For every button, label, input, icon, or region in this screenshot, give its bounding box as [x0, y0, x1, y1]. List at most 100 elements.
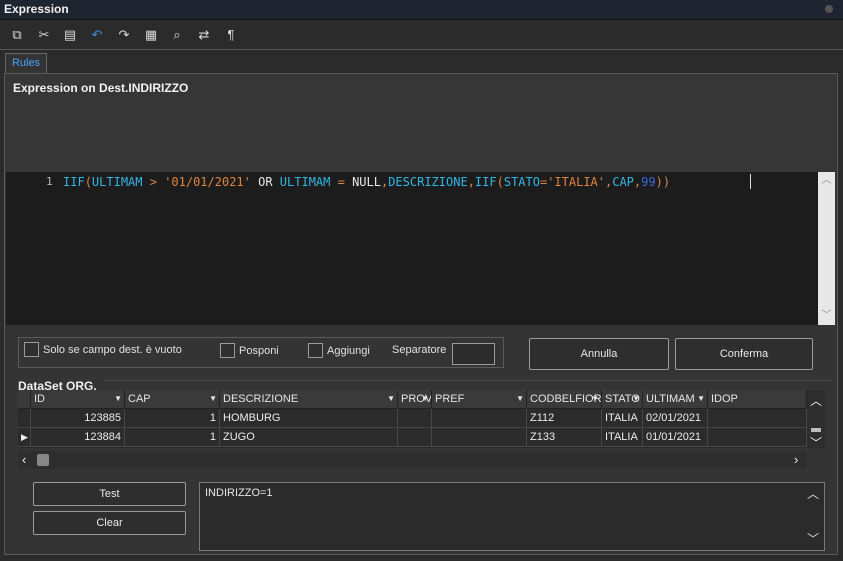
- only-if-empty-label: Solo se campo dest. è vuoto: [43, 344, 182, 356]
- append-checkbox[interactable]: [308, 343, 323, 358]
- table-cell[interactable]: ITALIA: [602, 428, 643, 447]
- replace-icon[interactable]: ⇄: [195, 26, 213, 44]
- cut-icon[interactable]: ✂: [35, 26, 53, 44]
- scroll-thumb[interactable]: [811, 428, 821, 432]
- code-token: '01/01/2021': [164, 175, 251, 189]
- table-cell[interactable]: [708, 409, 807, 428]
- table-cell[interactable]: [398, 409, 432, 428]
- code-token: 'ITALIA': [547, 175, 605, 189]
- column-dropdown-icon[interactable]: ▼: [421, 390, 429, 408]
- separator-input[interactable]: [452, 343, 495, 365]
- table-cell[interactable]: [432, 428, 527, 447]
- column-dropdown-icon[interactable]: ▼: [632, 390, 640, 408]
- test-button[interactable]: Test: [33, 482, 186, 506]
- redo-icon[interactable]: ↷: [115, 26, 133, 44]
- only-if-empty-checkbox[interactable]: [24, 342, 39, 357]
- table-cell[interactable]: 01/01/2021: [643, 428, 708, 447]
- clear-button[interactable]: Clear: [33, 511, 186, 535]
- copy-icon[interactable]: ⧉: [8, 26, 26, 44]
- result-text: INDIRIZZO=1: [205, 487, 273, 499]
- column-header-pref[interactable]: PREF ▼: [432, 390, 527, 409]
- scroll-up-icon[interactable]: ︿: [807, 485, 819, 502]
- postpone-checkbox[interactable]: [220, 343, 235, 358]
- expression-code-line[interactable]: IIF(ULTIMAM > '01/01/2021' OR ULTIMAM = …: [63, 175, 670, 189]
- column-header-stato[interactable]: STATO ▼: [602, 390, 643, 409]
- editor-vertical-scrollbar[interactable]: ︿ ﹀: [818, 172, 835, 325]
- code-token: ULTIMAM: [279, 175, 331, 189]
- dataset-grid[interactable]: ID ▼ CAP ▼ DESCRIZIONE ▼ PROV ▼ PREF ▼ CODBEL…: [18, 390, 807, 448]
- table-cell[interactable]: 123884: [31, 428, 125, 447]
- column-header-idop[interactable]: IDOP: [708, 390, 807, 409]
- table-cell[interactable]: ZUGO: [220, 428, 398, 447]
- column-dropdown-icon[interactable]: ▼: [516, 390, 524, 408]
- line-number: 1: [46, 175, 53, 188]
- row-indicator-header: [18, 390, 31, 409]
- scroll-down-icon[interactable]: ﹀: [807, 530, 819, 547]
- scroll-up-icon[interactable]: ︿: [810, 392, 822, 409]
- cancel-button[interactable]: Annulla: [529, 338, 669, 370]
- row-indicator[interactable]: [18, 409, 31, 428]
- select-all-icon[interactable]: ▦: [142, 26, 160, 44]
- table-cell[interactable]: 02/01/2021: [643, 409, 708, 428]
- result-output[interactable]: INDIRIZZO=1 ︿ ﹀: [199, 482, 825, 551]
- column-dropdown-icon[interactable]: ▼: [591, 390, 599, 408]
- scroll-thumb[interactable]: [37, 454, 49, 466]
- window-close-icon[interactable]: [825, 5, 833, 13]
- scroll-down-icon[interactable]: ﹀: [810, 434, 822, 451]
- find-icon[interactable]: ⌕: [168, 26, 186, 44]
- table-cell[interactable]: 123885: [31, 409, 125, 428]
- table-cell[interactable]: [708, 428, 807, 447]
- code-token: NULL: [352, 175, 381, 189]
- code-token: CAP: [612, 175, 634, 189]
- confirm-button[interactable]: Conferma: [675, 338, 813, 370]
- window-title: Expression: [4, 2, 69, 16]
- toolbar: ⧉ ✂ ▤ ↶ ↷ ▦ ⌕ ⇄ ¶: [0, 22, 843, 48]
- scroll-left-icon[interactable]: ‹: [22, 452, 26, 467]
- scroll-down-icon[interactable]: ﹀: [818, 309, 835, 323]
- column-dropdown-icon[interactable]: ▼: [209, 390, 217, 408]
- table-cell[interactable]: Z133: [527, 428, 602, 447]
- grid-vertical-scrollbar[interactable]: ︿ ﹀: [807, 390, 825, 451]
- expression-editor[interactable]: 1 IIF(ULTIMAM > '01/01/2021' OR ULTIMAM …: [6, 172, 818, 325]
- table-cell[interactable]: ITALIA: [602, 409, 643, 428]
- column-header-id[interactable]: ID ▼: [31, 390, 125, 409]
- column-header-descrizione[interactable]: DESCRIZIONE ▼: [220, 390, 398, 409]
- column-header-ultimam[interactable]: ULTIMAM ▼: [643, 390, 708, 409]
- code-token: IIF: [474, 175, 497, 189]
- toolbar-divider: [0, 49, 843, 50]
- table-cell[interactable]: 1: [125, 409, 220, 428]
- append-label: Aggiungi: [327, 345, 370, 357]
- code-token: DESCRIZIONE: [388, 175, 468, 189]
- paste-icon[interactable]: ▤: [61, 26, 79, 44]
- code-token: IIF: [63, 175, 85, 189]
- expression-title: Expression on Dest.INDIRIZZO: [13, 81, 189, 95]
- table-cell[interactable]: [398, 428, 432, 447]
- separator-label: Separatore: [392, 344, 447, 356]
- code-token: ,: [467, 175, 475, 189]
- format-icon[interactable]: ¶: [222, 26, 240, 44]
- undo-icon[interactable]: ↶: [88, 26, 106, 44]
- column-header-codbelfiore[interactable]: CODBELFIORE ▼: [527, 390, 602, 409]
- tab-rules[interactable]: Rules: [5, 53, 47, 73]
- code-token: (: [84, 175, 92, 189]
- scroll-right-icon[interactable]: ›: [794, 452, 798, 467]
- table-cell[interactable]: HOMBURG: [220, 409, 398, 428]
- column-header-cap[interactable]: CAP ▼: [125, 390, 220, 409]
- column-dropdown-icon[interactable]: ▼: [114, 390, 122, 408]
- current-row-indicator-icon[interactable]: ▶: [18, 428, 31, 447]
- column-dropdown-icon[interactable]: ▼: [387, 390, 395, 408]
- grid-horizontal-scrollbar[interactable]: ‹ ›: [18, 451, 807, 469]
- table-cell[interactable]: [432, 409, 527, 428]
- dataset-divider: [104, 380, 832, 381]
- code-token: )): [655, 175, 671, 189]
- code-token: STATO: [503, 175, 540, 189]
- table-cell[interactable]: Z112: [527, 409, 602, 428]
- code-token: OR: [250, 175, 280, 189]
- postpone-label: Posponi: [239, 345, 279, 357]
- scroll-up-icon[interactable]: ︿: [818, 174, 835, 188]
- column-dropdown-icon[interactable]: ▼: [697, 390, 705, 408]
- column-header-prov[interactable]: PROV ▼: [398, 390, 432, 409]
- code-token: (: [496, 175, 504, 189]
- code-token: ULTIMAM: [91, 175, 143, 189]
- table-cell[interactable]: 1: [125, 428, 220, 447]
